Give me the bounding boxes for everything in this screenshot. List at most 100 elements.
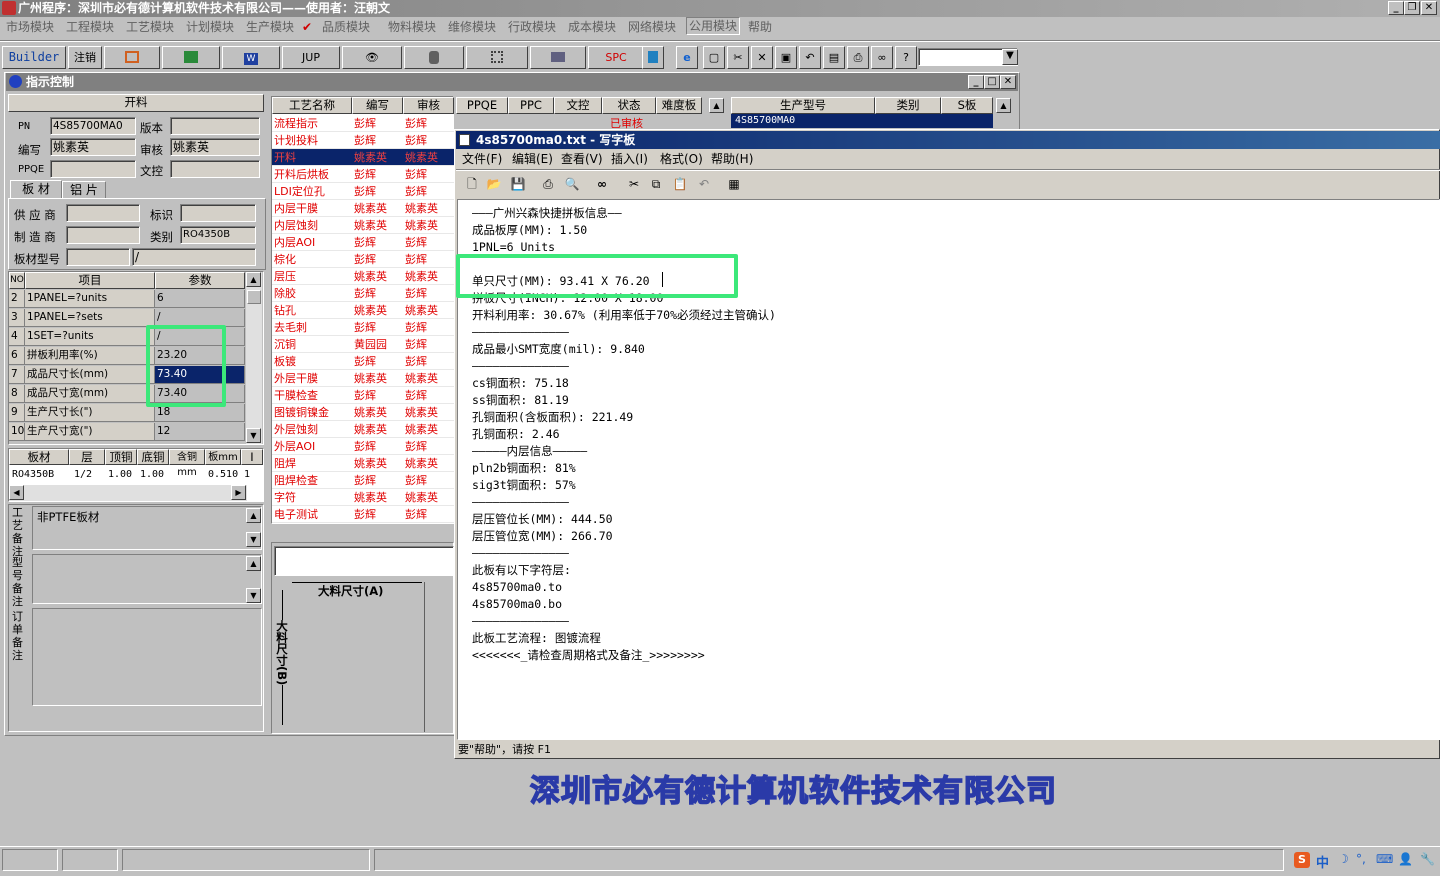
wp-paste-icon[interactable]: 📋 [670,174,690,194]
wp-menu-format[interactable]: 格式(O) [660,150,703,168]
restore-icon[interactable]: ❐ [1404,1,1420,15]
scroll-thumb[interactable] [247,290,261,304]
menu-quality[interactable]: 品质模块 [322,17,370,37]
wp-datetime-icon[interactable]: ▦ [724,174,744,194]
note1-up-icon[interactable]: ▲ [246,508,261,523]
process-row-reviewer[interactable]: 姚素英 [403,302,454,319]
new-button[interactable]: ▢ [703,46,725,69]
process-row-reviewer[interactable]: 姚素英 [403,404,454,421]
process-row-name[interactable]: 字符 [272,489,352,506]
menu-production[interactable]: 生产模块 [246,17,294,37]
menu-market[interactable]: 市场模块 [6,17,54,37]
order-note-field[interactable] [32,608,262,706]
process-row-author[interactable]: 姚素英 [352,217,403,234]
process-row-author[interactable]: 黄园园 [352,336,403,353]
param-row-no[interactable]: 2 [9,290,25,308]
param-row-item[interactable]: 1PANEL=?sets [25,309,155,327]
process-row-author[interactable]: 姚素英 [352,404,403,421]
print-button[interactable]: ⎙ [847,46,869,69]
process-note-field[interactable]: 非PTFE板材 [32,506,262,550]
process-row-author[interactable]: 姚素英 [352,200,403,217]
wp-new-icon[interactable]: 🗋 [462,174,482,194]
process-row-name[interactable]: 钻孔 [272,302,352,319]
wp-preview-icon[interactable]: 🔍 [562,174,582,194]
process-row-author[interactable]: 姚素英 [352,370,403,387]
mat-hscroll[interactable] [9,485,247,501]
process-row-author[interactable]: 彭辉 [352,285,403,302]
process-row-name[interactable]: 层压 [272,268,352,285]
process-row-reviewer[interactable]: 彭辉 [403,319,454,336]
wp-menu-file[interactable]: 文件(F) [462,150,502,168]
supplier-field[interactable] [66,204,140,222]
list-up-icon[interactable]: ▲ [709,98,724,113]
process-row-name[interactable]: 棕化 [272,251,352,268]
process-row-reviewer[interactable]: 姚素英 [403,200,454,217]
note1-down-icon[interactable]: ▼ [246,532,261,547]
sogou-ime-icon[interactable]: S [1294,852,1310,868]
process-row-reviewer[interactable]: 彭辉 [403,166,454,183]
mark-field[interactable] [180,204,256,222]
computer-button[interactable] [530,46,586,69]
process-row-name[interactable]: 板镀 [272,353,352,370]
process-row-name[interactable]: 内层AOI [272,234,352,251]
process-row-author[interactable]: 彭辉 [352,353,403,370]
network-button[interactable] [466,46,528,69]
param-row-item[interactable]: 生产尺寸宽(") [25,423,155,441]
preview-button[interactable]: ▤ [823,46,845,69]
process-row-name[interactable]: 阻焊检查 [272,472,352,489]
scroll-down-icon[interactable]: ▼ [246,428,261,443]
param-row-no[interactable]: 7 [9,366,25,384]
wp-cut-icon[interactable]: ✂ [624,174,644,194]
wp-find-icon[interactable]: ∞ [592,174,612,194]
process-row-name[interactable]: 内层蚀刻 [272,217,352,234]
process-row-author[interactable]: 姚素英 [352,421,403,438]
wp-save-icon[interactable]: 💾 [508,174,528,194]
process-row-author[interactable]: 姚素英 [352,455,403,472]
delete-button[interactable]: ✕ [751,46,773,69]
scroll-right-icon[interactable]: ▶ [231,485,246,500]
menu-admin[interactable]: 行政模块 [508,17,556,37]
builder-button[interactable]: Builder [2,46,66,69]
wp-print-icon[interactable]: ⎙ [538,174,558,194]
param-row-value[interactable]: 12 [155,423,245,441]
process-row-name[interactable]: 去毛刺 [272,319,352,336]
process-row-author[interactable]: 姚素英 [352,149,403,166]
save-button[interactable]: ▣ [775,46,797,69]
param-row-no[interactable]: 4 [9,328,25,346]
cut-button[interactable]: ✂ [727,46,749,69]
tab-board[interactable]: 板 材 [10,180,62,199]
undo-button[interactable]: ↶ [799,46,821,69]
process-row-name[interactable]: 开料后烘板 [272,166,352,183]
spc-button[interactable]: SPC [588,46,644,69]
scroll-up-icon[interactable]: ▲ [246,272,261,287]
wp-open-icon[interactable]: 📂 [484,174,504,194]
panel-close-icon[interactable]: ✕ [1000,75,1016,89]
process-row-name[interactable]: 计划投料 [272,132,352,149]
process-row-author[interactable]: 彭辉 [352,506,403,523]
process-row-author[interactable]: 彭辉 [352,251,403,268]
process-row-name[interactable]: 外层AOI [272,438,352,455]
word-button[interactable]: W [222,46,280,69]
process-row-reviewer[interactable]: 姚素英 [403,489,454,506]
moon-icon[interactable]: ☽ [1338,852,1349,866]
process-row-author[interactable]: 彭辉 [352,472,403,489]
process-row-reviewer[interactable]: 姚素英 [403,370,454,387]
process-row-reviewer[interactable]: 彭辉 [403,387,454,404]
process-row-name[interactable]: 沉铜 [272,336,352,353]
type-field[interactable]: RO4350B [180,226,256,244]
process-row-author[interactable]: 彭辉 [352,132,403,149]
param-row-item[interactable]: 拼板利用率(%) [25,347,155,365]
ppqe-field[interactable] [50,160,136,178]
process-row-author[interactable]: 彭辉 [352,183,403,200]
process-row-reviewer[interactable]: 彭辉 [403,353,454,370]
database-button[interactable] [404,46,464,69]
process-row-author[interactable]: 彭辉 [352,438,403,455]
menu-material[interactable]: 物料模块 [388,17,436,37]
process-row-reviewer[interactable]: 彭辉 [403,183,454,200]
process-row-reviewer[interactable]: 姚素英 [403,217,454,234]
version-field[interactable] [170,117,260,135]
user-icon[interactable]: 👤 [1398,852,1413,866]
menu-plan[interactable]: 计划模块 [186,17,234,37]
param-row-item[interactable]: 1SET=?units [25,328,155,346]
wp-copy-icon[interactable]: ⧉ [646,174,666,194]
